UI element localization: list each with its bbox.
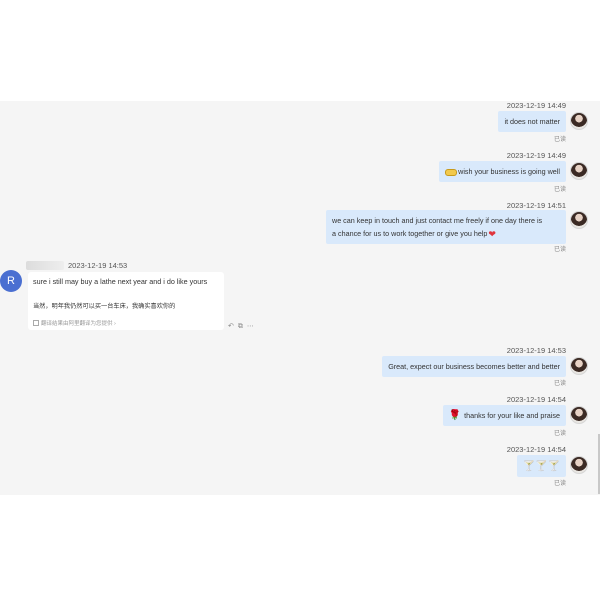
message-time: 2023-12-19 14:54 [506, 445, 566, 454]
avatar[interactable] [570, 406, 588, 424]
read-status: 已读 [553, 381, 566, 387]
message-text: sure i still may buy a lathe next year a… [33, 277, 208, 286]
message-bubble[interactable]: wish your business is going well [439, 161, 566, 182]
avatar-letter: R [7, 275, 15, 287]
message-text: wish your business is going well [458, 167, 560, 176]
message-time: 2023-12-19 14:49 [506, 151, 566, 160]
message-text-line: a chance for us to work together or give… [332, 229, 488, 238]
money-bag-icon [445, 168, 458, 176]
message-time: 2023-12-19 14:53 [68, 261, 128, 270]
translation-text: 当然，明年我仍然可以买一台车床，我确实喜欢你的 [33, 303, 176, 310]
read-status: 已读 [553, 137, 566, 143]
message-bubble[interactable]: we can keep in touch and just contact me… [326, 210, 566, 244]
message-bubble[interactable]: Great, expect our business becomes bette… [382, 356, 566, 377]
quote-icon[interactable]: ⧉ [238, 323, 243, 330]
message-time: 2023-12-19 14:53 [506, 346, 566, 355]
message-text: it does not matter [504, 117, 560, 126]
heart-icon: ❤ [488, 228, 496, 239]
avatar[interactable] [570, 211, 588, 229]
read-status: 已读 [553, 247, 566, 253]
message-text: thanks for your like and praise [464, 411, 560, 420]
avatar[interactable] [570, 456, 588, 474]
more-icon[interactable]: ⋯ [247, 323, 254, 330]
chat-history[interactable]: 2023-12-19 14:49 it does not matter 已读 2… [0, 101, 600, 495]
read-status: 已读 [553, 187, 566, 193]
translate-icon [33, 320, 39, 326]
read-status: 已读 [553, 481, 566, 487]
avatar[interactable] [570, 112, 588, 130]
message-tools: ↶ ⧉ ⋯ [228, 322, 258, 331]
message-bubble[interactable]: it does not matter [498, 111, 566, 132]
cocktail-icon: 🍸🍸🍸 [522, 460, 560, 472]
message-bubble[interactable]: sure i still may buy a lathe next year a… [28, 272, 224, 330]
message-bubble[interactable]: 🍸🍸🍸 [516, 455, 566, 477]
sender-name-redacted [26, 261, 64, 270]
message-time: 2023-12-19 14:51 [506, 201, 566, 210]
read-status: 已读 [553, 431, 566, 437]
translation-note[interactable]: 翻译结果由阿里翻译为您提供 › [33, 319, 116, 327]
avatar[interactable] [570, 357, 588, 375]
translation-note-text: 翻译结果由阿里翻译为您提供 › [41, 321, 116, 327]
reply-icon[interactable]: ↶ [228, 323, 234, 330]
rose-icon: 🌹 [448, 410, 462, 422]
message-time: 2023-12-19 14:54 [506, 395, 566, 404]
avatar[interactable] [570, 162, 588, 180]
message-text: Great, expect our business becomes bette… [388, 362, 560, 371]
message-bubble[interactable]: 🌹 thanks for your like and praise [442, 405, 566, 426]
message-time: 2023-12-19 14:49 [506, 101, 566, 110]
avatar[interactable]: R [0, 270, 22, 292]
message-text-line: we can keep in touch and just contact me… [332, 216, 543, 225]
